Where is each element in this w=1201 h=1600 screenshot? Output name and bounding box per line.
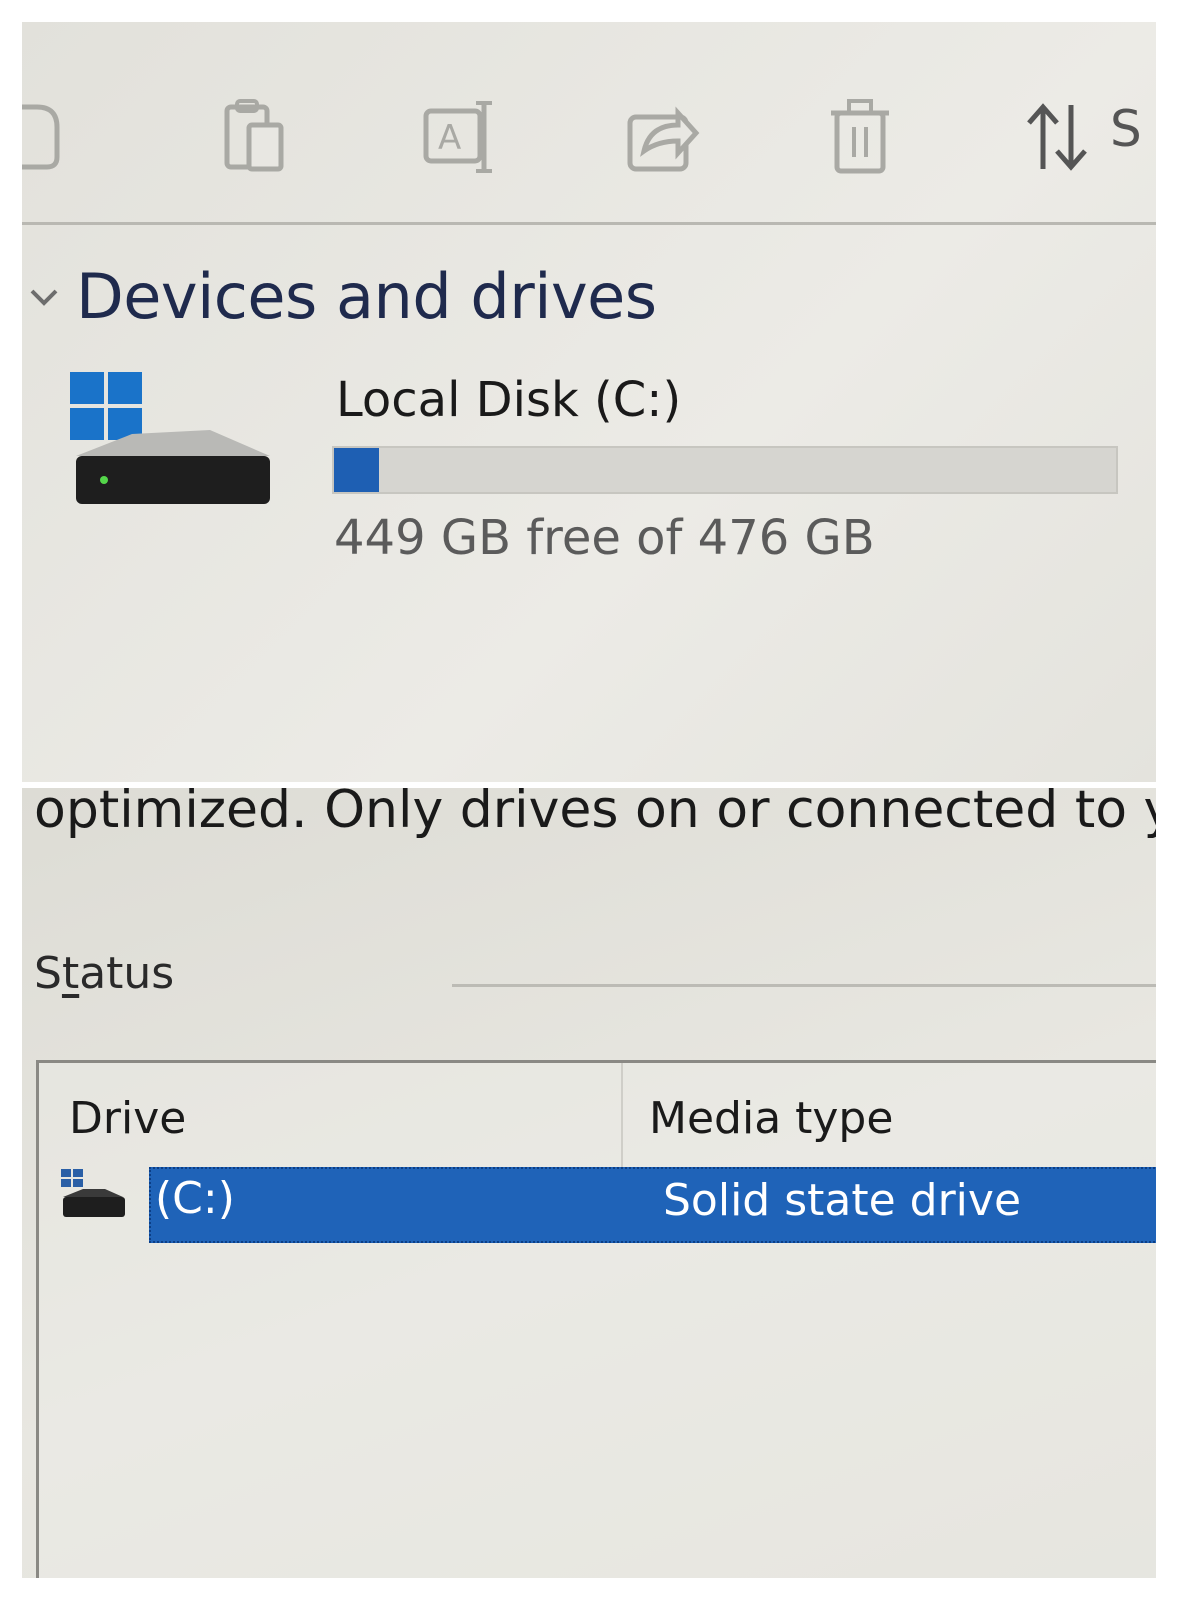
optimize-description: optimized. Only drives on or connected t…: [34, 788, 1156, 840]
storage-usage-fill: [334, 448, 379, 492]
paste-icon[interactable]: [214, 92, 294, 182]
sort-icon[interactable]: [1018, 92, 1098, 182]
column-header-drive[interactable]: Drive: [69, 1093, 186, 1144]
status-group-label: Status: [34, 948, 174, 999]
share-icon[interactable]: [622, 92, 702, 182]
table-row[interactable]: (C:) Solid state drive: [59, 1167, 1156, 1247]
drive-free-space: 449 GB free of 476 GB: [334, 510, 875, 566]
status-group-rule: [452, 984, 1156, 987]
command-bar: A S: [22, 22, 1156, 222]
status-label-text: Status: [34, 948, 175, 999]
drive-icon: [61, 1169, 125, 1217]
file-explorer-panel: A S Devices and drives Local Disk (C:) 4…: [22, 22, 1156, 782]
delete-icon[interactable]: [820, 92, 900, 182]
svg-text:A: A: [438, 118, 461, 158]
toolbar-divider: [22, 222, 1156, 225]
new-icon[interactable]: [22, 92, 72, 182]
rename-icon[interactable]: A: [420, 92, 500, 182]
sort-button-label[interactable]: S: [1110, 100, 1142, 158]
drive-name: Local Disk (C:): [336, 372, 682, 428]
column-header-media-type[interactable]: Media type: [649, 1093, 893, 1144]
section-title: Devices and drives: [76, 260, 657, 333]
windows-drive-icon: [70, 372, 270, 504]
chevron-down-icon[interactable]: [24, 277, 64, 317]
cell-drive: (C:): [155, 1173, 235, 1224]
storage-usage-bar: [332, 446, 1118, 494]
drive-tile[interactable]: Local Disk (C:) 449 GB free of 476 GB: [70, 364, 1140, 566]
column-separator[interactable]: [621, 1063, 623, 1173]
cell-media-type: Solid state drive: [663, 1175, 1022, 1226]
optimize-drives-panel: optimized. Only drives on or connected t…: [22, 788, 1156, 1578]
devices-section-header[interactable]: Devices and drives: [24, 260, 657, 333]
drives-list[interactable]: Drive Media type (C:) Solid state drive: [36, 1060, 1156, 1578]
